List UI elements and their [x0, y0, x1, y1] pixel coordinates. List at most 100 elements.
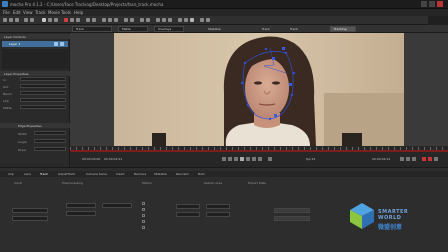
show-grid-icon[interactable]	[168, 18, 172, 22]
edge-angle-field[interactable]	[34, 139, 66, 143]
out-field[interactable]	[20, 84, 66, 88]
layer-dropdown[interactable]: Track	[72, 26, 112, 32]
video-frame[interactable]	[114, 33, 404, 146]
pan-tool-icon[interactable]	[48, 18, 52, 22]
play-forward-icon[interactable]	[246, 157, 250, 161]
menu-item-track[interactable]: Track	[35, 10, 45, 15]
tab-stabilize[interactable]: Stabilize	[154, 172, 167, 176]
close-icon[interactable]	[437, 1, 443, 7]
track-mode[interactable]: Track	[290, 27, 298, 31]
menu-item-edit[interactable]: Edit	[13, 10, 21, 15]
horizontal-field[interactable]	[176, 204, 200, 209]
shear-tool-icon[interactable]	[114, 18, 118, 22]
tab-roto[interactable]: Roto	[198, 172, 205, 176]
menu-item-view[interactable]: View	[23, 10, 33, 15]
layer-row[interactable]: Layer 1	[2, 41, 68, 47]
layer-properties-header[interactable]: Layer Properties	[0, 71, 70, 76]
tab-clip[interactable]: Clip	[8, 172, 14, 176]
link-field[interactable]	[20, 98, 66, 102]
tracking-badge[interactable]: Tracking	[330, 26, 356, 32]
bezier-tool-icon[interactable]	[70, 18, 74, 22]
open-project-icon[interactable]	[9, 18, 13, 22]
zoom-in-icon[interactable]	[124, 18, 128, 22]
zoom-out-icon[interactable]	[130, 18, 134, 22]
angle-field[interactable]	[206, 204, 230, 209]
blend-field[interactable]	[20, 91, 66, 95]
tab-insert[interactable]: Insert	[116, 172, 125, 176]
tab-adjust-track[interactable]: AdjustTrack	[58, 172, 75, 176]
surface-tool-icon[interactable]	[86, 18, 90, 22]
in-timecode[interactable]: 00:00:00:00	[82, 157, 100, 161]
edge-draw-field[interactable]	[34, 147, 66, 151]
track-forward-icon[interactable]	[184, 18, 188, 22]
edge-width-field[interactable]	[34, 131, 66, 135]
go-to-start-icon[interactable]	[222, 157, 226, 161]
select-tool-icon[interactable]	[42, 18, 46, 22]
options-icon[interactable]	[434, 157, 438, 161]
layer-list[interactable]	[2, 49, 68, 69]
timeline[interactable]: 00:00:00:00 00:00:02:21 fps 24 00:00:06:…	[70, 146, 448, 167]
zoom-tool-icon[interactable]	[54, 18, 58, 22]
overlay-dropdown[interactable]: Overlays	[154, 26, 184, 32]
step-forward-icon[interactable]	[252, 157, 256, 161]
out-timecode[interactable]: 00:00:06:12	[372, 157, 390, 161]
tab-camera-solve[interactable]: Camera Solve	[86, 172, 107, 176]
menu-item-help[interactable]: Help	[74, 10, 83, 15]
smoothing-field[interactable]	[66, 211, 96, 216]
menu-item-file[interactable]: File	[3, 10, 10, 15]
vertical-field[interactable]	[176, 212, 200, 217]
viewer[interactable]	[70, 33, 448, 146]
play-backward-icon[interactable]	[234, 157, 238, 161]
record-icon[interactable]	[422, 157, 426, 161]
grid-tool-icon[interactable]	[92, 18, 96, 22]
show-layers-icon[interactable]	[156, 18, 160, 22]
track-backward-icon[interactable]	[178, 18, 182, 22]
magnet-tool-icon[interactable]	[76, 18, 80, 22]
maximize-icon[interactable]	[429, 1, 435, 7]
menu-item-movie[interactable]: Movie	[48, 10, 60, 15]
rotation-checkbox[interactable]	[142, 214, 145, 217]
zoom-field[interactable]	[206, 212, 230, 217]
shear-checkbox[interactable]	[142, 220, 145, 223]
matte-field[interactable]	[20, 105, 66, 109]
edge-properties-header[interactable]: Edge Properties	[0, 123, 70, 128]
track-toggle[interactable]: Track	[262, 27, 270, 31]
keyframe-next-icon[interactable]	[412, 157, 416, 161]
export-tracking-data-button[interactable]	[274, 208, 310, 213]
layer-visibility-icon[interactable]	[54, 42, 58, 46]
stabilize-toggle[interactable]: Stabilize	[208, 27, 221, 31]
undo-icon[interactable]	[24, 18, 28, 22]
menu-item-tools[interactable]: Tools	[61, 10, 71, 15]
redo-icon[interactable]	[30, 18, 34, 22]
input-channel-dropdown[interactable]	[12, 216, 48, 221]
rotate-tool-icon[interactable]	[102, 18, 106, 22]
track-icon[interactable]	[428, 157, 432, 161]
track-frame-icon[interactable]	[190, 18, 194, 22]
stop-icon[interactable]	[240, 157, 244, 161]
minimize-icon[interactable]	[421, 1, 427, 7]
tab-lens[interactable]: Lens	[24, 172, 31, 176]
tab-remove[interactable]: Remove	[134, 172, 146, 176]
in-field[interactable]	[20, 77, 66, 81]
timeline-track-range[interactable]	[70, 150, 448, 152]
scale-checkbox[interactable]	[142, 208, 145, 211]
settings-icon[interactable]	[206, 18, 210, 22]
loop-icon[interactable]	[268, 157, 272, 161]
luminance-field[interactable]	[102, 203, 132, 208]
current-timecode[interactable]: 00:00:02:21	[104, 157, 122, 161]
view-dropdown[interactable]: Matte	[118, 26, 148, 32]
export-shape-data-button[interactable]	[274, 216, 310, 221]
tab-track[interactable]: Track	[40, 172, 48, 176]
keyframe-add-icon[interactable]	[406, 157, 410, 161]
new-project-icon[interactable]	[3, 18, 7, 22]
step-back-icon[interactable]	[228, 157, 232, 161]
x-spline-tool-icon[interactable]	[64, 18, 68, 22]
show-planar-icon[interactable]	[162, 18, 166, 22]
save-project-icon[interactable]	[15, 18, 19, 22]
tab-reorient[interactable]: Reorient	[176, 172, 189, 176]
render-icon[interactable]	[200, 18, 204, 22]
perspective-checkbox[interactable]	[142, 226, 145, 229]
layer-controls-header[interactable]: Layer Controls	[0, 34, 70, 39]
input-clip-dropdown[interactable]	[12, 208, 48, 213]
keyframe-prev-icon[interactable]	[400, 157, 404, 161]
